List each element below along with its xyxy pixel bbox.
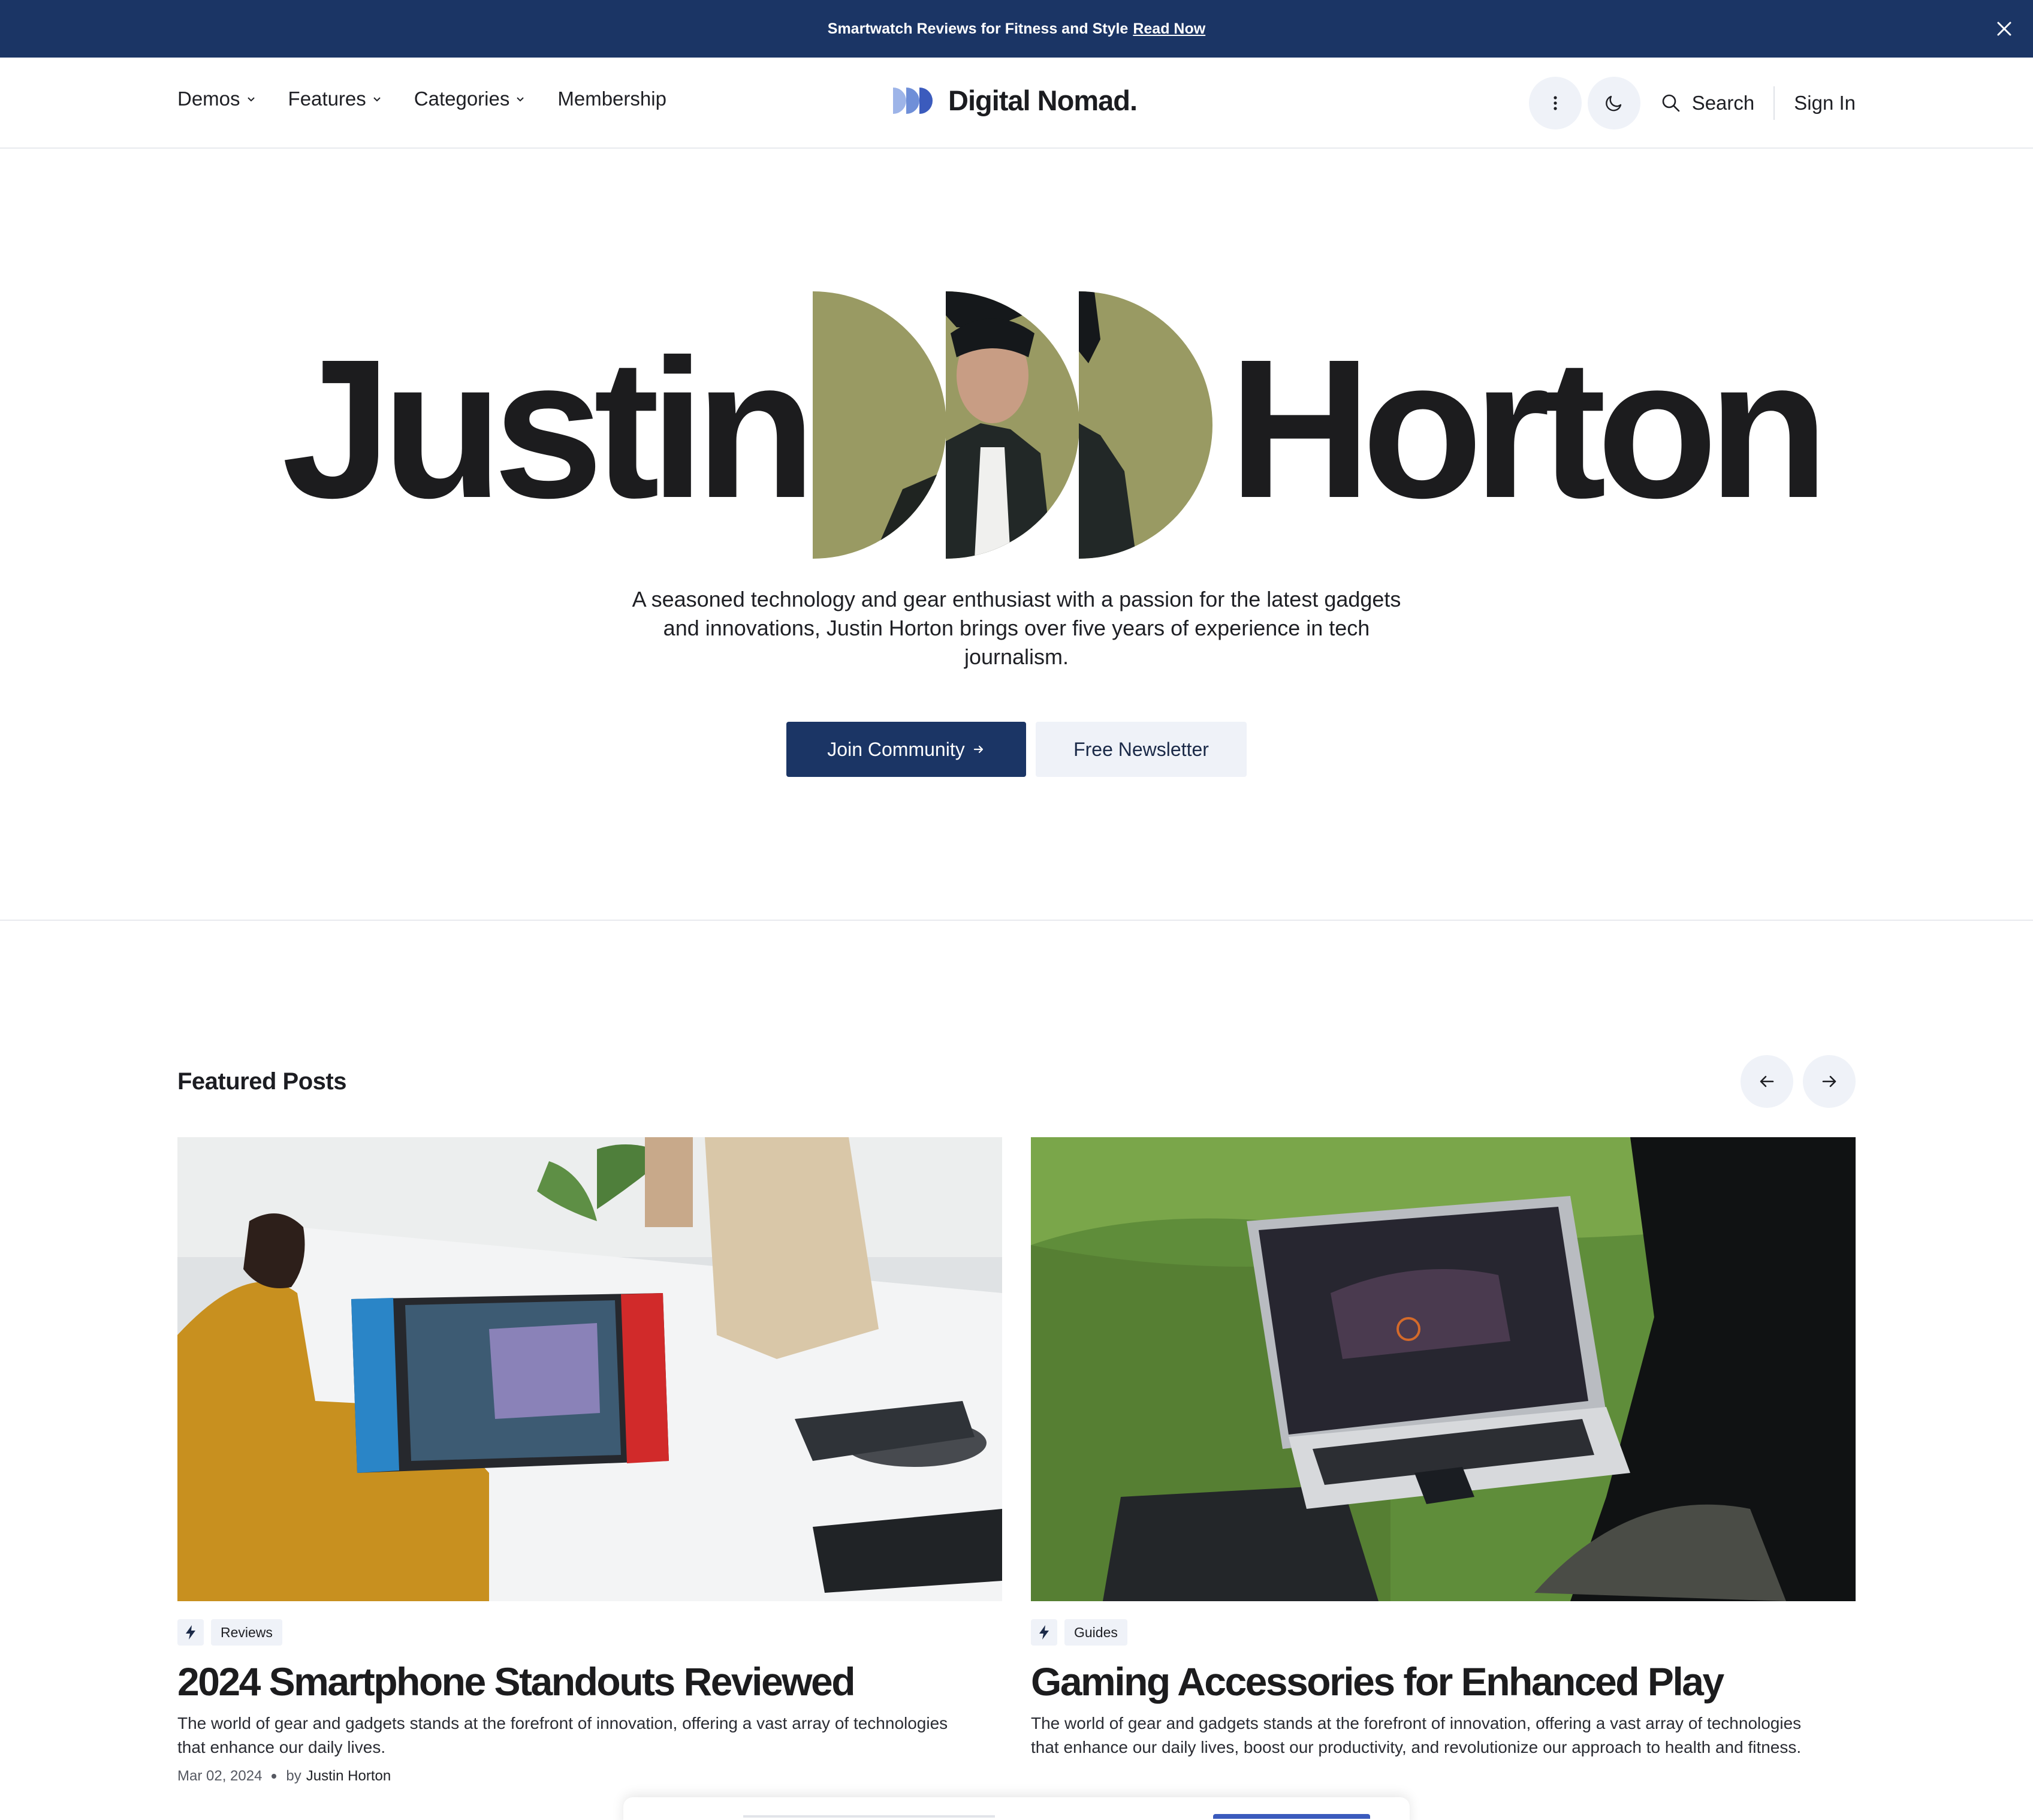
floating-bottom-panel[interactable] <box>623 1797 1410 1820</box>
panel-placeholder-line <box>743 1815 995 1818</box>
logo-mark-icon <box>893 87 933 114</box>
arrow-right-icon <box>1822 1075 1836 1087</box>
announcement-text: Smartwatch Reviews for Fitness and Style <box>827 20 1129 37</box>
search-icon <box>1662 94 1679 112</box>
search-label: Search <box>1691 92 1755 114</box>
post-card[interactable]: Reviews 2024 Smartphone Standouts Review… <box>177 1137 1002 1785</box>
nav-item-membership[interactable]: Membership <box>557 88 666 110</box>
carousel-next-button[interactable] <box>1803 1055 1856 1108</box>
sign-in-link[interactable]: Sign In <box>1794 92 1856 114</box>
post-title[interactable]: Gaming Accessories for Enhanced Play <box>1031 1658 1856 1706</box>
moon-icon <box>1605 95 1621 112</box>
site-logo[interactable]: Digital Nomad. <box>893 84 1138 117</box>
free-newsletter-button[interactable]: Free Newsletter <box>1036 722 1247 777</box>
post-date: Mar 02, 2024 <box>177 1768 263 1784</box>
author-portrait-image <box>813 291 1220 559</box>
category-tag[interactable]: Reviews <box>211 1619 282 1646</box>
carousel-prev-button[interactable] <box>1741 1055 1793 1108</box>
category-tag[interactable]: Guides <box>1064 1619 1127 1646</box>
nav-item-label: Features <box>288 88 366 110</box>
main-nav: Demos Features Categories Membership <box>177 88 699 110</box>
chevron-down-icon <box>373 97 381 102</box>
post-image[interactable] <box>1031 1137 1856 1601</box>
chevron-down-icon <box>247 97 255 102</box>
announcement-read-now-link[interactable]: Read Now <box>1133 20 1205 38</box>
chevron-down-icon <box>517 97 524 102</box>
post-image[interactable] <box>177 1137 1002 1601</box>
close-icon[interactable] <box>1992 17 2016 41</box>
post-byline: Mar 02, 2024 by Justin Horton <box>177 1768 1002 1785</box>
header-actions: Search Sign In <box>1523 76 1856 131</box>
hero-first-name: Justin <box>282 318 816 539</box>
join-community-label: Join Community <box>827 738 965 760</box>
nav-item-categories[interactable]: Categories <box>414 88 526 110</box>
post-meta: Guides <box>1031 1619 1856 1646</box>
header-divider <box>1773 86 1775 120</box>
more-options-button[interactable] <box>1528 77 1582 129</box>
nav-item-label: Demos <box>177 88 240 110</box>
lightning-icon <box>177 1619 204 1646</box>
nav-item-label: Categories <box>414 88 510 110</box>
post-author-link[interactable]: Justin Horton <box>306 1768 391 1785</box>
post-meta: Reviews <box>177 1619 1002 1646</box>
separator-dot <box>272 1774 277 1779</box>
site-header: Demos Features Categories Membership Dig… <box>0 58 2033 149</box>
post-excerpt: The world of gear and gadgets stands at … <box>1031 1714 1802 1756</box>
arrow-right-icon <box>973 745 983 754</box>
nav-item-demos[interactable]: Demos <box>177 88 256 110</box>
logo-text: Digital Nomad. <box>948 85 1138 116</box>
featured-posts-heading: Featured Posts <box>177 1068 346 1095</box>
arrow-left-icon <box>1760 1075 1774 1087</box>
author-hero: Justin Horton A seasoned technology and … <box>0 150 2033 921</box>
nav-item-label: Membership <box>557 88 666 110</box>
join-community-button[interactable]: Join Community <box>786 722 1026 777</box>
nav-item-features[interactable]: Features <box>288 88 382 110</box>
panel-button[interactable] <box>1213 1814 1370 1819</box>
vertical-dots-icon <box>1554 96 1557 110</box>
dark-mode-toggle[interactable] <box>1587 77 1640 129</box>
byline-by: by <box>286 1768 301 1784</box>
search-button[interactable]: Search <box>1661 92 1755 114</box>
author-bio: A seasoned technology and gear enthusias… <box>632 587 1401 669</box>
free-newsletter-label: Free Newsletter <box>1073 738 1209 760</box>
announcement-bar: Smartwatch Reviews for Fitness and Style… <box>0 0 2033 58</box>
post-title[interactable]: 2024 Smartphone Standouts Reviewed <box>177 1658 1002 1706</box>
hero-last-name: Horton <box>1229 318 1829 539</box>
post-excerpt: The world of gear and gadgets stands at … <box>177 1714 948 1756</box>
lightning-icon <box>1031 1619 1057 1646</box>
post-card[interactable]: Guides Gaming Accessories for Enhanced P… <box>1031 1137 1856 1759</box>
